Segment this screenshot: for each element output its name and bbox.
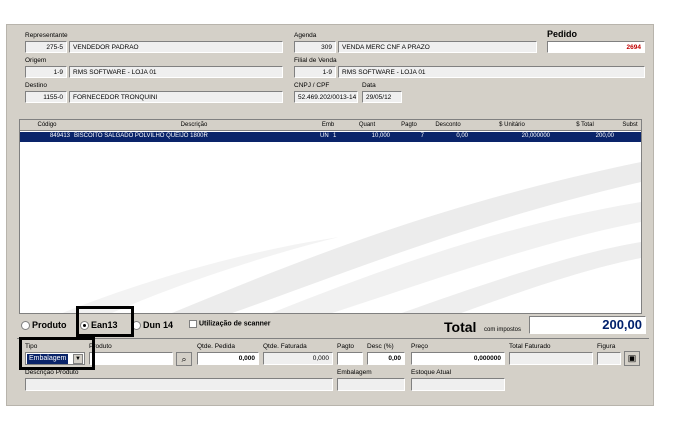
total-label: Total: [444, 319, 477, 335]
binoculars-search-icon[interactable]: ⌕: [176, 352, 192, 366]
preco-field[interactable]: 0,000000: [411, 352, 505, 365]
total-faturado-field: [509, 352, 593, 365]
radio-produto-circle[interactable]: [21, 320, 30, 330]
table-row[interactable]: 849413 BISCOITO SALGADO POLVILHO QUEIJO …: [20, 132, 641, 142]
filial-label: Filial de Venda: [294, 57, 337, 64]
embalagem-field: [337, 378, 405, 391]
desc-label: Desc (%): [367, 343, 394, 350]
col-desconto[interactable]: Desconto: [426, 122, 470, 128]
pedido-label: Pedido: [547, 29, 578, 39]
col-emb[interactable]: Emb: [316, 122, 340, 128]
destino-code-field[interactable]: 1155-0: [25, 91, 67, 103]
destino-name-field[interactable]: FORNECEDOR TRONQUINI: [69, 91, 283, 103]
estoque-field: [411, 378, 505, 391]
pagto-label: Pagto: [337, 343, 354, 350]
total-value-field: 200,00: [529, 316, 646, 334]
qtde-faturada-label: Qtde. Faturada: [263, 343, 307, 350]
order-form-window: Representante 275-5 VENDEDOR PADRAO Agen…: [6, 24, 654, 406]
col-codigo[interactable]: Código: [22, 122, 72, 128]
total-sublabel: com impostos: [484, 327, 522, 333]
cnpj-label: CNPJ / CPF: [294, 82, 330, 89]
col-pagto[interactable]: Pagto: [394, 122, 424, 128]
figura-label: Figura: [597, 343, 616, 350]
scanner-label: Utilização de scanner: [198, 320, 271, 328]
filial-name-field[interactable]: RMS SOFTWARE - LOJA 01: [338, 66, 645, 78]
produto-field[interactable]: [89, 352, 173, 365]
qtde-faturada-field: 0,000: [263, 352, 333, 365]
qtde-pedida-field[interactable]: 0,000: [197, 352, 259, 365]
grid-header: Código Descrição Emb Quant Pagto Descont…: [20, 120, 641, 131]
scanner-checkbox-box[interactable]: [189, 320, 197, 328]
origem-label: Origem: [25, 57, 47, 64]
agenda-name-field[interactable]: VENDA MERC CNF A PRAZO: [338, 41, 537, 53]
highlight-tipo: [19, 337, 95, 370]
radio-produto-label: Produto: [31, 320, 67, 330]
embalagem-label: Embalagem: [337, 369, 372, 376]
pedido-field[interactable]: 2694: [547, 41, 645, 53]
figura-field: [597, 352, 621, 365]
data-label: Data: [362, 82, 376, 89]
col-total[interactable]: $ Total: [554, 122, 616, 128]
col-quant[interactable]: Quant: [342, 122, 392, 128]
data-field[interactable]: 29/05/12: [362, 91, 402, 103]
representante-name-field[interactable]: VENDEDOR PADRAO: [69, 41, 283, 53]
total-faturado-label: Total Faturado: [509, 343, 551, 350]
col-unitario[interactable]: $ Unitário: [472, 122, 552, 128]
origem-name-field[interactable]: RMS SOFTWARE - LOJA 01: [69, 66, 283, 78]
desc-field[interactable]: 0,00: [367, 352, 405, 365]
estoque-label: Estoque Atual: [411, 369, 452, 376]
radio-dun14[interactable]: Dun 14: [132, 320, 173, 330]
col-descricao[interactable]: Descrição: [74, 122, 314, 128]
radio-dun14-label: Dun 14: [142, 320, 173, 330]
representante-label: Representante: [25, 32, 68, 39]
descricao-produto-label: Descrição Produto: [25, 369, 79, 376]
col-subst[interactable]: Subst: [618, 122, 641, 128]
origem-code-field[interactable]: 1-9: [25, 66, 67, 78]
background-watermark: [62, 162, 641, 313]
preco-label: Preço: [411, 343, 428, 350]
row-codigo: 849413: [49, 133, 70, 139]
highlight-ean13: [76, 306, 134, 337]
agenda-code-field[interactable]: 309: [294, 41, 336, 53]
row-pagto: 7: [420, 133, 424, 139]
scanner-checkbox[interactable]: Utilização de scanner: [189, 320, 271, 328]
filial-code-field[interactable]: 1-9: [294, 66, 336, 78]
row-total: 200,00: [595, 133, 614, 139]
save-disk-icon[interactable]: ▣: [624, 351, 640, 366]
representante-code-field[interactable]: 275-5: [25, 41, 67, 53]
qtde-pedida-label: Qtde. Pedida: [197, 343, 235, 350]
agenda-label: Agenda: [294, 32, 317, 39]
items-grid[interactable]: Código Descrição Emb Quant Pagto Descont…: [19, 119, 642, 314]
row-emb-qty: 1: [333, 133, 337, 139]
row-unitario: 20,000000: [521, 133, 550, 139]
row-descricao: BISCOITO SALGADO POLVILHO QUEIJO 1800R: [74, 133, 208, 139]
row-quant: 10,000: [371, 133, 390, 139]
cnpj-field[interactable]: 52.469.202/0013-14: [294, 91, 358, 103]
row-desconto: 0,00: [456, 133, 468, 139]
row-emb: UN: [320, 133, 329, 139]
pagto-field[interactable]: [337, 352, 363, 365]
destino-label: Destino: [25, 82, 48, 89]
radio-produto[interactable]: Produto: [21, 320, 66, 330]
descricao-produto-field: [25, 378, 333, 391]
